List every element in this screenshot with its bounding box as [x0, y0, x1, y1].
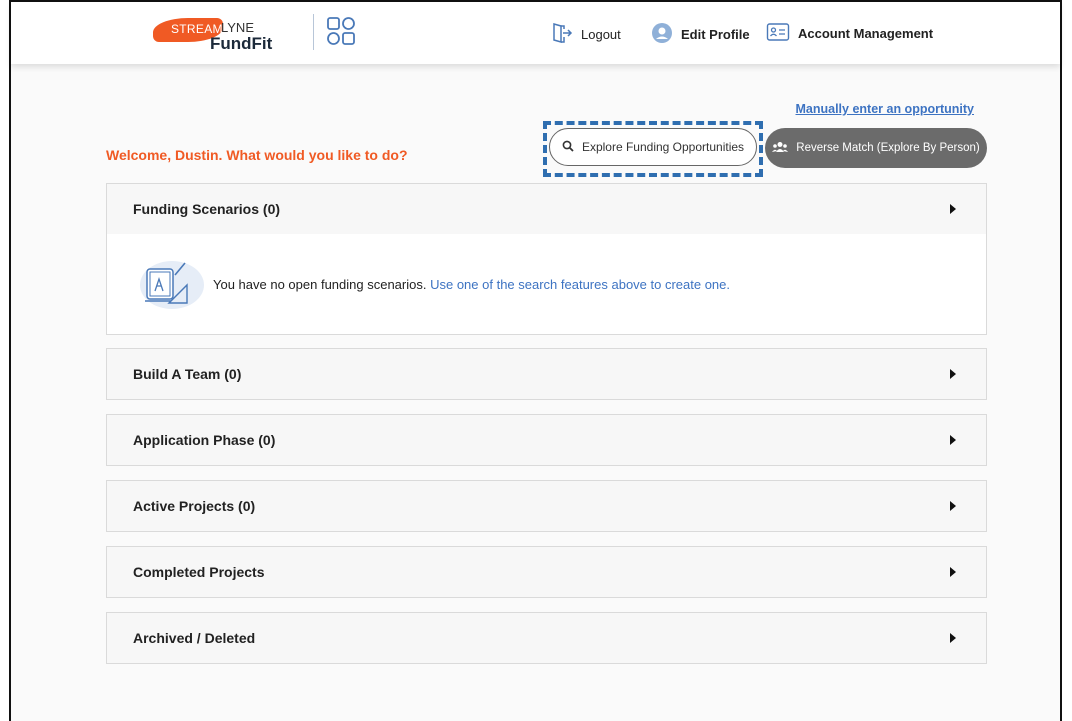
logout-icon — [551, 22, 573, 47]
reverse-match-label: Reverse Match (Explore By Person) — [796, 142, 980, 154]
edit-profile-label: Edit Profile — [681, 27, 750, 42]
section-header-application-phase[interactable]: Application Phase (0) — [107, 415, 986, 465]
user-avatar-icon — [651, 22, 673, 47]
reverse-match-button[interactable]: Reverse Match (Explore By Person) — [765, 128, 987, 168]
section-header-active-projects[interactable]: Active Projects (0) — [107, 481, 986, 531]
section-header-completed-projects[interactable]: Completed Projects — [107, 547, 986, 597]
users-group-icon — [772, 141, 789, 156]
explore-button-label: Explore Funding Opportunities — [581, 140, 745, 154]
app-grid-icon[interactable] — [326, 16, 356, 46]
section-archived-deleted: Archived / Deleted — [106, 612, 987, 664]
section-active-projects: Active Projects (0) — [106, 480, 987, 532]
search-icon — [562, 140, 574, 155]
caret-right-icon — [950, 435, 956, 445]
account-management-button[interactable]: Account Management — [766, 22, 933, 45]
logout-label: Logout — [581, 27, 621, 42]
create-scenario-link[interactable]: Use one of the search features above to … — [430, 277, 730, 292]
header-divider — [313, 14, 314, 50]
account-management-label: Account Management — [798, 26, 934, 41]
section-application-phase: Application Phase (0) — [106, 414, 987, 466]
section-title: Active Projects (0) — [133, 498, 256, 514]
caret-right-icon — [950, 501, 956, 511]
section-title: Funding Scenarios (0) — [133, 201, 281, 217]
edit-profile-button[interactable]: Edit Profile — [651, 22, 750, 47]
section-build-a-team: Build A Team (0) — [106, 348, 987, 400]
caret-right-icon — [950, 204, 956, 214]
streamlyne-fundfit-logo[interactable]: STREAM LYNE FundFit — [153, 14, 293, 54]
logo-lyne-text: LYNE — [221, 20, 254, 35]
logout-button[interactable]: Logout — [551, 22, 621, 47]
app-window: STREAM LYNE FundFit Logout Edit Profile … — [9, 0, 1062, 721]
section-header-build-a-team[interactable]: Build A Team (0) — [107, 349, 986, 399]
section-header-funding-scenarios[interactable]: Funding Scenarios (0) — [107, 184, 986, 234]
manually-enter-opportunity-link[interactable]: Manually enter an opportunity — [796, 102, 975, 116]
empty-state-message: You have no open funding scenarios. Use … — [213, 277, 730, 292]
section-header-archived-deleted[interactable]: Archived / Deleted — [107, 613, 986, 663]
blueprint-drawing-icon — [139, 255, 205, 314]
caret-right-icon — [950, 369, 956, 379]
id-card-icon — [766, 22, 790, 45]
section-title: Build A Team (0) — [133, 366, 242, 382]
caret-right-icon — [950, 633, 956, 643]
explore-funding-opportunities-button[interactable]: Explore Funding Opportunities — [549, 128, 757, 166]
logo-product-text: FundFit — [210, 34, 273, 53]
empty-state: You have no open funding scenarios. Use … — [107, 234, 986, 334]
empty-state-text: You have no open funding scenarios. — [213, 276, 427, 292]
section-funding-scenarios: Funding Scenarios (0) You have no open f… — [106, 183, 987, 335]
section-title: Archived / Deleted — [133, 630, 256, 646]
section-title: Completed Projects — [133, 564, 265, 580]
caret-right-icon — [950, 567, 956, 577]
welcome-message: Welcome, Dustin. What would you like to … — [106, 147, 408, 163]
section-title: Application Phase (0) — [133, 432, 276, 448]
top-navigation-bar: STREAM LYNE FundFit Logout Edit Profile … — [11, 2, 1060, 64]
section-completed-projects: Completed Projects — [106, 546, 987, 598]
